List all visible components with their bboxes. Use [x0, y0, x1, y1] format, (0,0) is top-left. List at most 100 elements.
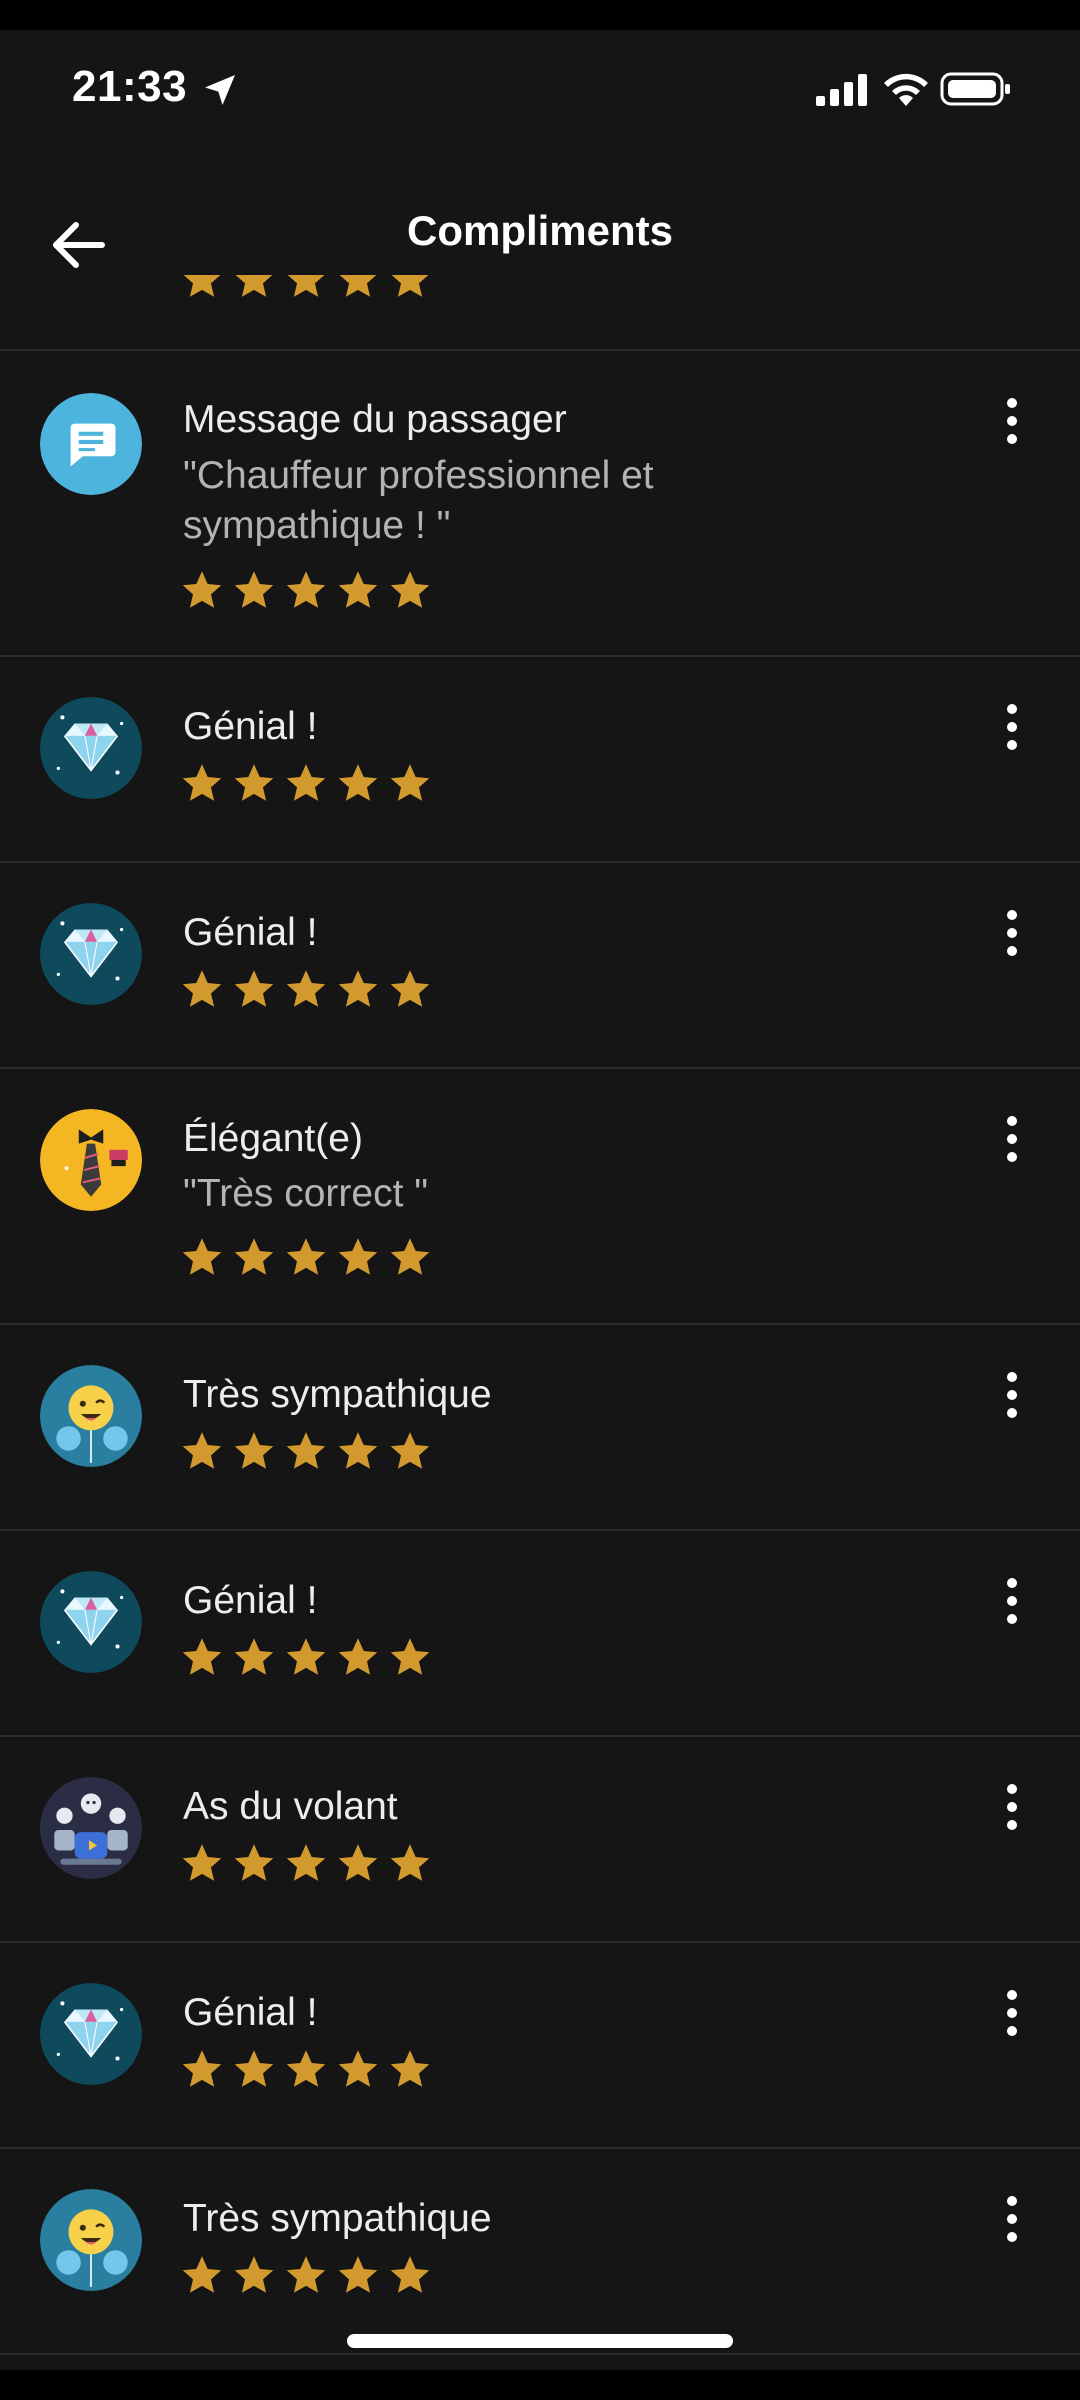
star-icon	[284, 1235, 328, 1279]
location-arrow-icon	[205, 75, 235, 105]
star-icon	[232, 761, 276, 805]
star-icon	[284, 275, 328, 301]
star-icon	[180, 967, 224, 1011]
smile-icon	[40, 2189, 142, 2291]
more-options-icon[interactable]	[990, 1365, 1034, 1425]
compliment-title: As du volant	[183, 1785, 398, 1828]
status-time: 21:33	[72, 62, 188, 111]
rating-stars	[180, 1635, 432, 1679]
star-icon	[388, 967, 432, 1011]
more-options-icon[interactable]	[990, 1109, 1034, 1169]
star-icon	[232, 1235, 276, 1279]
more-options-icon[interactable]	[990, 1571, 1034, 1631]
star-icon	[336, 1235, 380, 1279]
star-icon	[232, 967, 276, 1011]
star-icon	[388, 1235, 432, 1279]
star-icon	[388, 2047, 432, 2091]
star-icon	[336, 761, 380, 805]
list-item[interactable]: Génial !	[0, 657, 1080, 863]
star-icon	[336, 275, 380, 301]
diamond-icon	[40, 903, 142, 1005]
star-icon	[388, 1429, 432, 1473]
compliment-quote: "Très correct "	[183, 1172, 429, 1215]
star-icon	[336, 1635, 380, 1679]
star-icon	[336, 568, 380, 612]
more-options-icon[interactable]	[990, 1983, 1034, 2043]
star-icon	[180, 761, 224, 805]
rating-stars	[180, 761, 432, 805]
star-icon	[388, 1635, 432, 1679]
page-title: Compliments	[406, 207, 674, 254]
star-icon	[180, 1235, 224, 1279]
header: Compliments	[0, 155, 1080, 285]
star-icon	[284, 761, 328, 805]
rating-stars	[180, 1235, 432, 1279]
star-icon	[232, 2253, 276, 2297]
star-icon	[284, 2047, 328, 2091]
diamond-icon	[40, 697, 142, 799]
star-icon	[232, 2047, 276, 2091]
star-icon	[388, 2253, 432, 2297]
star-icon	[388, 568, 432, 612]
list-item-partial	[0, 2355, 1080, 2370]
wifi-icon	[884, 73, 928, 106]
compliment-title: Très sympathique	[183, 2197, 492, 2240]
star-icon	[336, 2253, 380, 2297]
compliment-quote: "Chauffeur professionnel et sympathique …	[183, 454, 654, 547]
star-icon	[232, 1635, 276, 1679]
home-indicator	[347, 2334, 733, 2348]
star-icon	[232, 1841, 276, 1885]
message-icon	[40, 393, 142, 495]
list-item[interactable]: Génial !	[0, 1943, 1080, 2149]
star-icon	[388, 761, 432, 805]
star-icon	[180, 568, 224, 612]
list-item[interactable]: Très sympathique	[0, 2149, 1080, 2355]
rating-stars	[180, 1429, 432, 1473]
more-options-icon[interactable]	[990, 903, 1034, 963]
battery-icon	[940, 72, 1010, 106]
status-bar: 21:33	[0, 30, 1080, 155]
star-icon	[232, 568, 276, 612]
star-icon	[388, 275, 432, 301]
rating-stars	[180, 275, 432, 301]
compliment-title: Élégant(e)	[183, 1117, 363, 1160]
more-options-icon[interactable]	[990, 697, 1034, 757]
star-icon	[232, 1429, 276, 1473]
star-icon	[284, 1635, 328, 1679]
star-icon	[336, 2047, 380, 2091]
list-item-partial	[0, 275, 1080, 351]
compliment-title: Génial !	[183, 1991, 318, 2034]
rating-stars	[180, 1841, 432, 1885]
compliment-title: Génial !	[183, 911, 318, 954]
more-options-icon[interactable]	[990, 2189, 1034, 2249]
diamond-icon	[40, 1571, 142, 1673]
rating-stars	[180, 2047, 432, 2091]
star-icon	[284, 2253, 328, 2297]
compliment-title: Génial !	[183, 1579, 318, 1622]
star-icon	[180, 275, 224, 301]
list-item[interactable]: Très sympathique	[0, 1325, 1080, 1531]
list-item[interactable]: Génial !	[0, 863, 1080, 1069]
more-options-icon[interactable]	[990, 1777, 1034, 1837]
list-item[interactable]: As du volant	[0, 1737, 1080, 1943]
star-icon	[284, 568, 328, 612]
star-icon	[284, 1841, 328, 1885]
app-screen: 21:33 Compliments Message du passager "C…	[0, 30, 1080, 2370]
star-icon	[284, 967, 328, 1011]
elegant-tie-icon	[40, 1109, 142, 1211]
list-item[interactable]: Message du passager "Chauffeur professio…	[0, 351, 1080, 657]
compliment-title: Génial !	[183, 705, 318, 748]
list-item[interactable]: Élégant(e) "Très correct "	[0, 1069, 1080, 1325]
star-icon	[336, 967, 380, 1011]
diamond-icon	[40, 1983, 142, 2085]
more-options-icon[interactable]	[990, 391, 1034, 451]
rating-stars	[180, 568, 432, 612]
star-icon	[180, 1429, 224, 1473]
compliment-title: Message du passager	[183, 398, 567, 441]
star-icon	[232, 275, 276, 301]
steering-wheel-icon	[40, 1777, 142, 1879]
list-item[interactable]: Génial !	[0, 1531, 1080, 1737]
star-icon	[336, 1429, 380, 1473]
star-icon	[180, 2253, 224, 2297]
rating-stars	[180, 967, 432, 1011]
